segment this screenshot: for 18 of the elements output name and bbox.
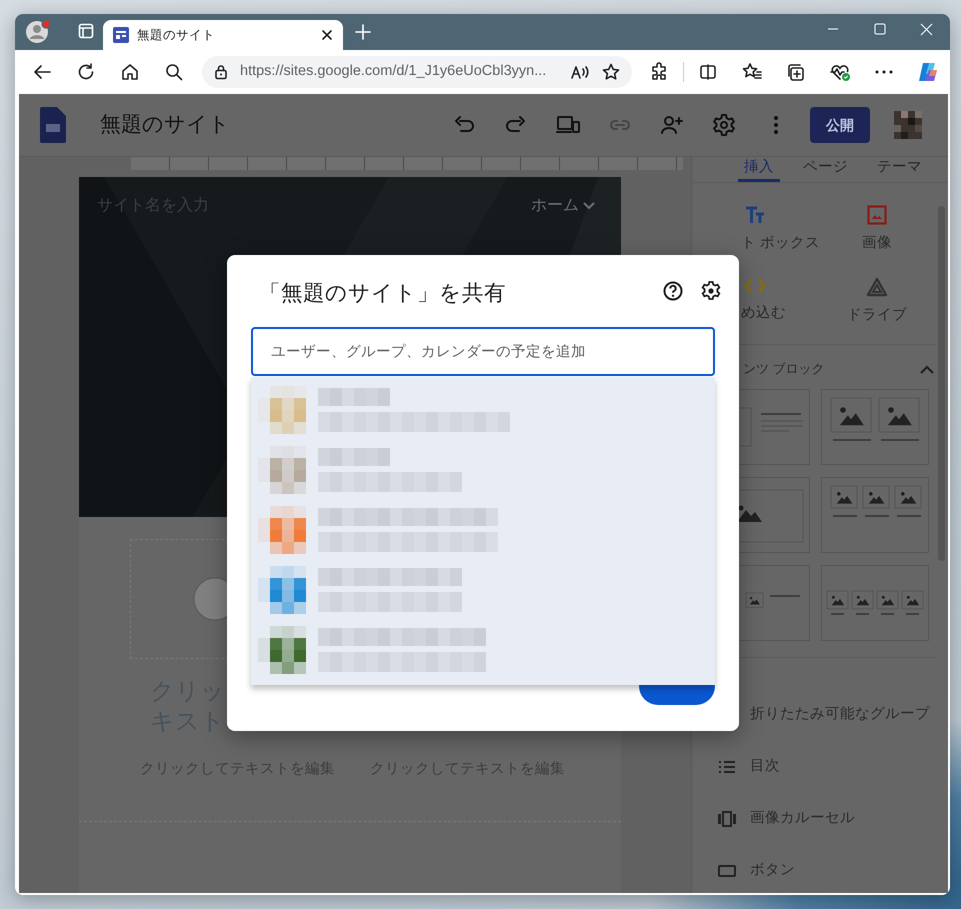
site-title[interactable]: 無題のサイト bbox=[100, 109, 230, 141]
insert-item[interactable]: め込む bbox=[692, 276, 817, 326]
insert-item[interactable]: ドライブ bbox=[817, 276, 937, 326]
component-item[interactable]: ボタン bbox=[692, 844, 801, 893]
share-input-field[interactable]: ユーザー、グループ、カレンダーの予定を追加 bbox=[251, 327, 715, 376]
browser-tab[interactable]: 無題のサイト bbox=[103, 20, 343, 50]
sidebar-tab[interactable]: 挿入 bbox=[738, 157, 780, 182]
insert-item[interactable]: ト ボックス bbox=[692, 204, 817, 254]
nav-menu-item[interactable]: ホーム bbox=[531, 194, 595, 218]
component-item[interactable]: 目次 bbox=[692, 740, 786, 793]
dialog-title: 「無題のサイト」を共有 bbox=[259, 280, 506, 307]
publish-button[interactable]: 公開 bbox=[810, 107, 870, 143]
sidebar-tab[interactable]: ページ bbox=[797, 157, 854, 182]
section-heading: ンツ ブロック bbox=[743, 360, 825, 378]
address-bar[interactable]: https://sites.google.com/d/1_J1y6eUoCbl3yyn... bbox=[202, 56, 632, 88]
sidebar-tab[interactable]: テーマ bbox=[871, 157, 928, 182]
component-item[interactable]: 画像カルーセル bbox=[692, 792, 861, 845]
insert-item[interactable]: 画像 bbox=[817, 204, 937, 254]
